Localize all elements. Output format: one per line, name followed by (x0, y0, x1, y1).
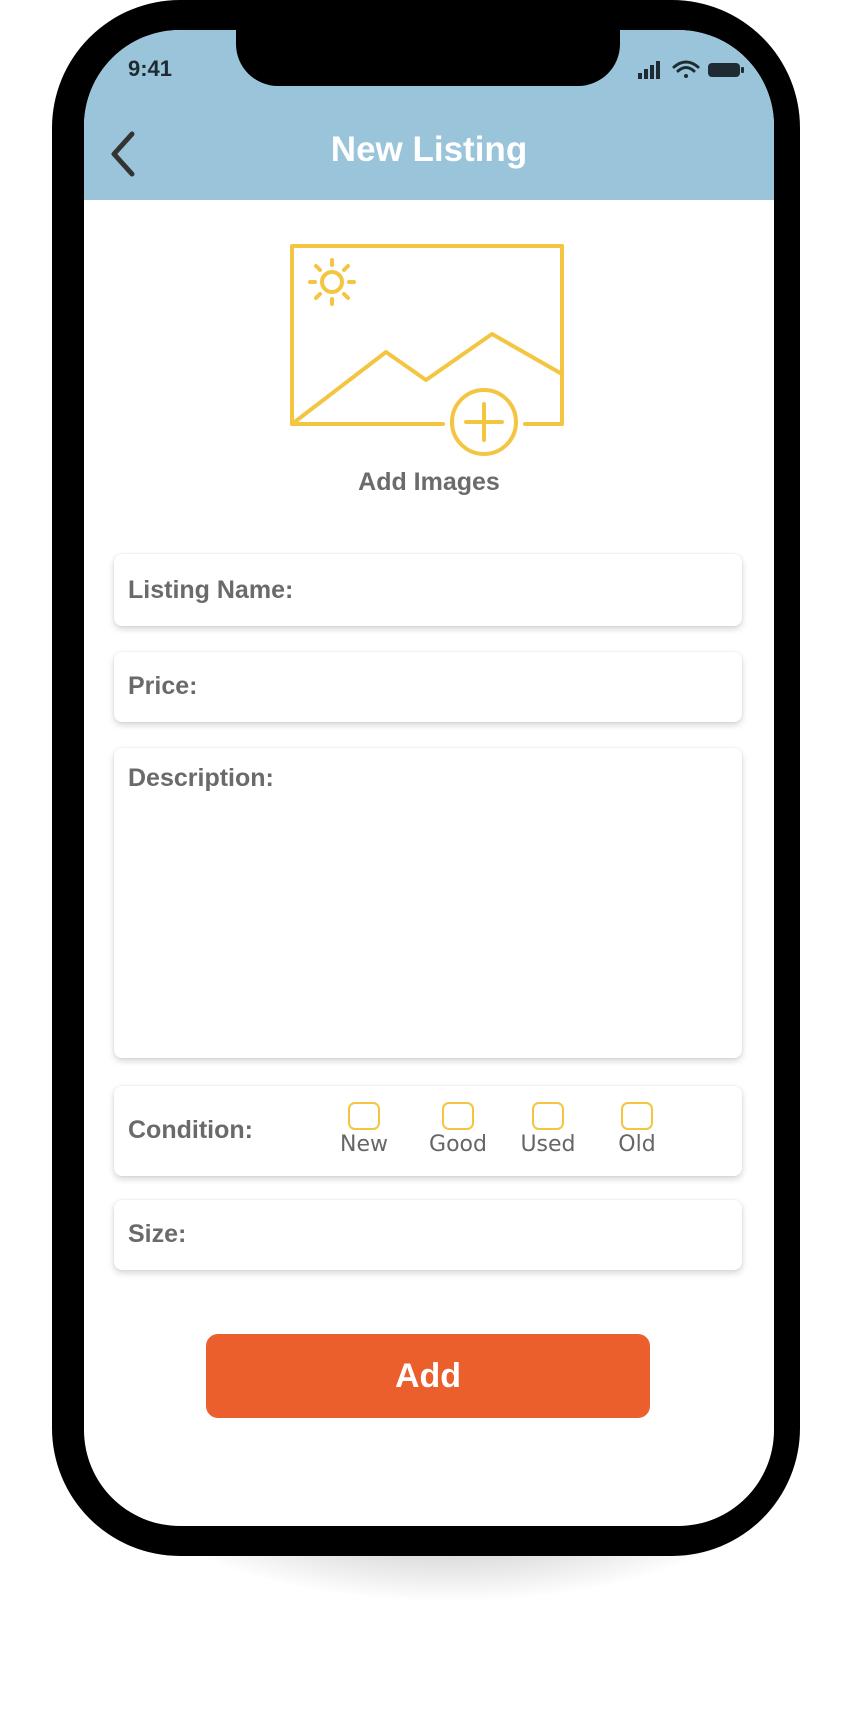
condition-option-new[interactable]: New (324, 1102, 404, 1162)
app-header: 9:41 New Listing (84, 30, 774, 200)
wifi-icon (672, 60, 700, 78)
condition-option-old[interactable]: Old (597, 1102, 677, 1162)
condition-option-good[interactable]: Good (418, 1102, 498, 1162)
condition-option-used[interactable]: Used (508, 1102, 588, 1162)
checkbox-icon (348, 1102, 380, 1130)
condition-label: Condition: (128, 1116, 253, 1144)
status-icons (638, 60, 744, 79)
page-title: New Listing (330, 130, 528, 169)
price-label: Price: (128, 672, 198, 700)
description-label: Description: (128, 764, 274, 792)
condition-option-label: New (340, 1132, 388, 1157)
add-images-label: Add Images (358, 468, 500, 496)
add-image-icon (290, 244, 564, 456)
condition-option-label: Old (618, 1132, 656, 1157)
listing-name-field[interactable]: Listing Name: (114, 554, 742, 626)
add-listing-button[interactable]: Add (206, 1334, 650, 1418)
checkbox-icon (621, 1102, 653, 1130)
app-screen: 9:41 New Listing Add Images Listing Name… (84, 30, 774, 1526)
size-label: Size: (128, 1220, 187, 1248)
phone-notch (236, 30, 620, 86)
description-field[interactable]: Description: (114, 748, 742, 1058)
checkbox-icon (532, 1102, 564, 1130)
cellular-signal-icon (638, 61, 660, 79)
condition-option-label: Used (520, 1132, 576, 1157)
listing-name-label: Listing Name: (128, 576, 294, 604)
checkbox-icon (442, 1102, 474, 1130)
status-time: 9:41 (128, 56, 173, 81)
size-field[interactable]: Size: (114, 1200, 742, 1270)
add-images-button[interactable] (290, 244, 570, 484)
condition-option-label: Good (429, 1132, 487, 1157)
mockup-stage: 9:41 New Listing Add Images Listing Name… (0, 0, 852, 1714)
condition-field: Condition: New Good Used Old (114, 1086, 742, 1176)
price-field[interactable]: Price: (114, 652, 742, 722)
battery-icon (708, 63, 744, 77)
